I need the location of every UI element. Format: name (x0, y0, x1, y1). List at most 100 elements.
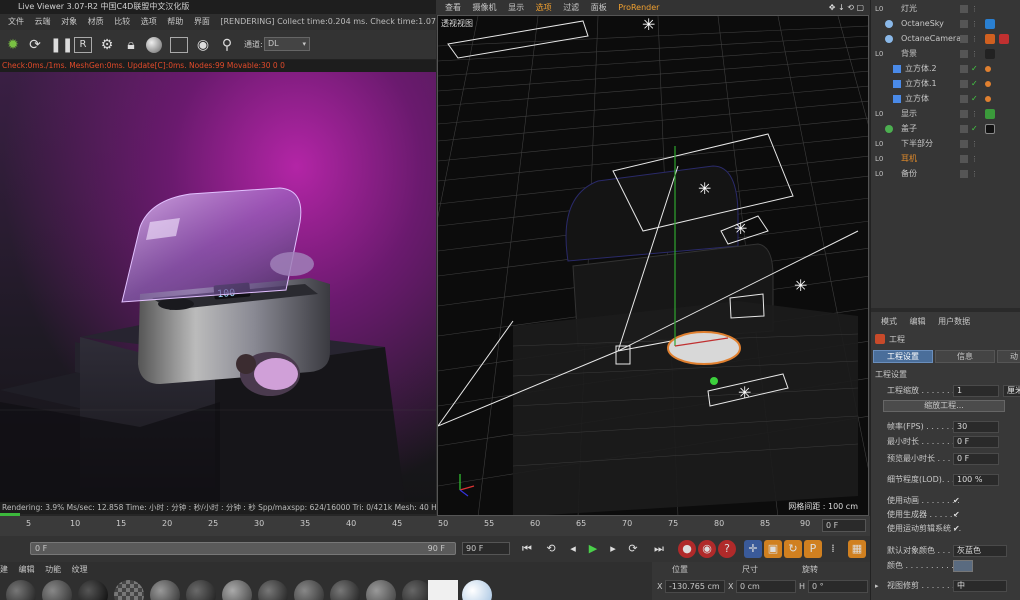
vp-menu-panel[interactable]: 面板 (591, 3, 607, 12)
default-color-select[interactable]: 灰蓝色 (953, 545, 1007, 557)
material-sphere-icon[interactable] (146, 37, 162, 53)
object-row[interactable]: L0 灯光 ⋮ (871, 2, 1020, 16)
record-icon[interactable]: ● (678, 540, 696, 558)
focus-picker-icon[interactable] (170, 37, 188, 53)
render-dots[interactable]: ⋮ (971, 17, 978, 31)
visibility-toggle[interactable] (960, 65, 968, 73)
autokey-icon[interactable]: ◉ (698, 540, 716, 558)
visibility-toggle[interactable] (960, 20, 968, 28)
next-key-icon[interactable]: ⟳ (624, 540, 642, 558)
object-row[interactable]: L0 背景 ⋮ (871, 47, 1020, 61)
visibility-toggle[interactable] (960, 95, 968, 103)
range-end-field[interactable]: 90 F (462, 542, 510, 555)
visibility-toggle[interactable] (960, 80, 968, 88)
material-swatch[interactable] (294, 580, 324, 600)
render-dots[interactable]: ⋮ (971, 32, 978, 46)
visibility-toggle[interactable] (960, 155, 968, 163)
use-animation-checkbox[interactable]: ✔ (953, 494, 960, 508)
timeline-window-icon[interactable]: ▦ (848, 540, 866, 558)
visibility-toggle[interactable] (960, 170, 968, 178)
mat-menu-texture[interactable]: 纹理 (72, 565, 88, 574)
lv-menu-cloud[interactable]: 云端 (35, 17, 51, 26)
viewport-nav-icons[interactable]: ✥ ↓ ⟲ ▢ (829, 0, 864, 15)
object-row[interactable]: OctaneSky ⋮ (871, 17, 1020, 31)
material-tag-icon[interactable] (985, 49, 995, 59)
prev-key-icon[interactable]: ⟲ (542, 540, 560, 558)
material-swatch[interactable] (366, 580, 396, 600)
use-generators-checkbox[interactable]: ✔ (953, 508, 960, 522)
go-end-icon[interactable]: ⏭ (650, 540, 668, 558)
vp-menu-display[interactable]: 显示 (508, 3, 524, 12)
display-tag-icon[interactable] (985, 109, 995, 119)
material-tag-icon[interactable] (985, 96, 991, 102)
perspective-viewport[interactable]: ✳ ✳ ✳ ✳ ✳ 透视视图 网格间距 : 100 cm (437, 15, 869, 516)
camera-tag-icon[interactable] (985, 34, 995, 44)
render-preview-image[interactable]: 100 (0, 72, 436, 502)
material-tag-icon[interactable] (985, 81, 991, 87)
am-menu-edit[interactable]: 编辑 (910, 317, 926, 326)
octane-tag-icon[interactable] (985, 19, 995, 29)
vp-menu-prorender[interactable]: ProRender (618, 3, 659, 12)
use-motion-system-checkbox[interactable]: ✔ (953, 522, 960, 536)
lv-menu-help[interactable]: 帮助 (167, 17, 183, 26)
fps-field[interactable]: 30 (953, 421, 999, 433)
render-dots[interactable]: ⋮ (971, 2, 978, 16)
lv-menu-objects[interactable]: 对象 (61, 17, 77, 26)
move-key-icon[interactable]: ✛ (744, 540, 762, 558)
object-row[interactable]: 立方体 ✓ (871, 92, 1020, 106)
lv-menu-options[interactable]: 选项 (141, 17, 157, 26)
go-start-icon[interactable]: ⏮ (518, 540, 536, 558)
object-row[interactable]: 立方体.2 ✓ (871, 62, 1020, 76)
am-menu-mode[interactable]: 模式 (881, 317, 897, 326)
octane-render-icon[interactable]: ✹ (4, 36, 22, 54)
object-row[interactable]: L0 备份 ⋮ (871, 167, 1020, 181)
visibility-toggle[interactable] (960, 5, 968, 13)
min-time-field[interactable]: 0 F (953, 436, 999, 448)
lv-menu-materials[interactable]: 材质 (88, 17, 104, 26)
tab-info[interactable]: 信息 (935, 350, 995, 363)
param-key-icon[interactable]: P (804, 540, 822, 558)
play-icon[interactable]: ▶ (584, 540, 602, 558)
tab-dynamics[interactable]: 动 (997, 350, 1020, 363)
restart-render-icon[interactable]: ⟳ (26, 36, 44, 54)
x-position-field[interactable]: -130.765 cm (665, 580, 725, 593)
scale-unit-select[interactable]: 厘米 (1003, 385, 1020, 397)
pause-render-icon[interactable]: ❚❚ (50, 36, 73, 54)
pin-icon[interactable]: ◉ (194, 36, 212, 54)
object-row[interactable]: OctaneCamera ⋮ (871, 32, 1020, 46)
visibility-toggle[interactable] (960, 110, 968, 118)
scale-key-icon[interactable]: ▣ (764, 540, 782, 558)
render-dots[interactable]: ⋮ (971, 47, 978, 61)
camera-tag-icon[interactable] (999, 34, 1009, 44)
visibility-toggle[interactable] (960, 50, 968, 58)
expand-arrow-icon[interactable]: ▸ (875, 579, 879, 593)
render-dots[interactable]: ⋮ (971, 152, 978, 166)
keyframe-select-icon[interactable]: ? (718, 540, 736, 558)
object-row[interactable]: 立方体.1 ✓ (871, 77, 1020, 91)
material-swatch[interactable] (222, 580, 252, 600)
next-frame-icon[interactable]: ▸ (604, 540, 622, 558)
material-swatch[interactable] (42, 580, 72, 600)
material-swatch[interactable] (186, 580, 216, 600)
material-swatch[interactable] (6, 580, 36, 600)
material-swatch[interactable] (428, 580, 458, 600)
project-scale-field[interactable]: 1 (953, 385, 999, 397)
object-row[interactable]: 盖子 ✓ (871, 122, 1020, 136)
material-swatch[interactable] (462, 580, 492, 600)
render-dots[interactable]: ⋮ (971, 107, 978, 121)
material-swatch[interactable] (330, 580, 360, 600)
x-size-field[interactable]: 0 cm (736, 580, 796, 593)
mat-menu-function[interactable]: 功能 (45, 565, 61, 574)
lv-menu-interface[interactable]: 界面 (194, 17, 210, 26)
range-slider[interactable]: 0 F 90 F (30, 542, 456, 555)
color-swatch[interactable] (953, 560, 973, 572)
lock-icon[interactable]: 🔒︎ (122, 36, 140, 54)
lod-field[interactable]: 100 % (953, 474, 999, 486)
vp-menu-filter[interactable]: 过滤 (563, 3, 579, 12)
vp-menu-view[interactable]: 查看 (445, 3, 461, 12)
material-swatch[interactable] (150, 580, 180, 600)
grid-key-icon[interactable]: ⁞ (824, 540, 842, 558)
channel-select[interactable]: DL ▾ (264, 37, 310, 51)
visibility-toggle[interactable] (960, 125, 968, 133)
region-render-icon[interactable]: R (74, 37, 92, 53)
